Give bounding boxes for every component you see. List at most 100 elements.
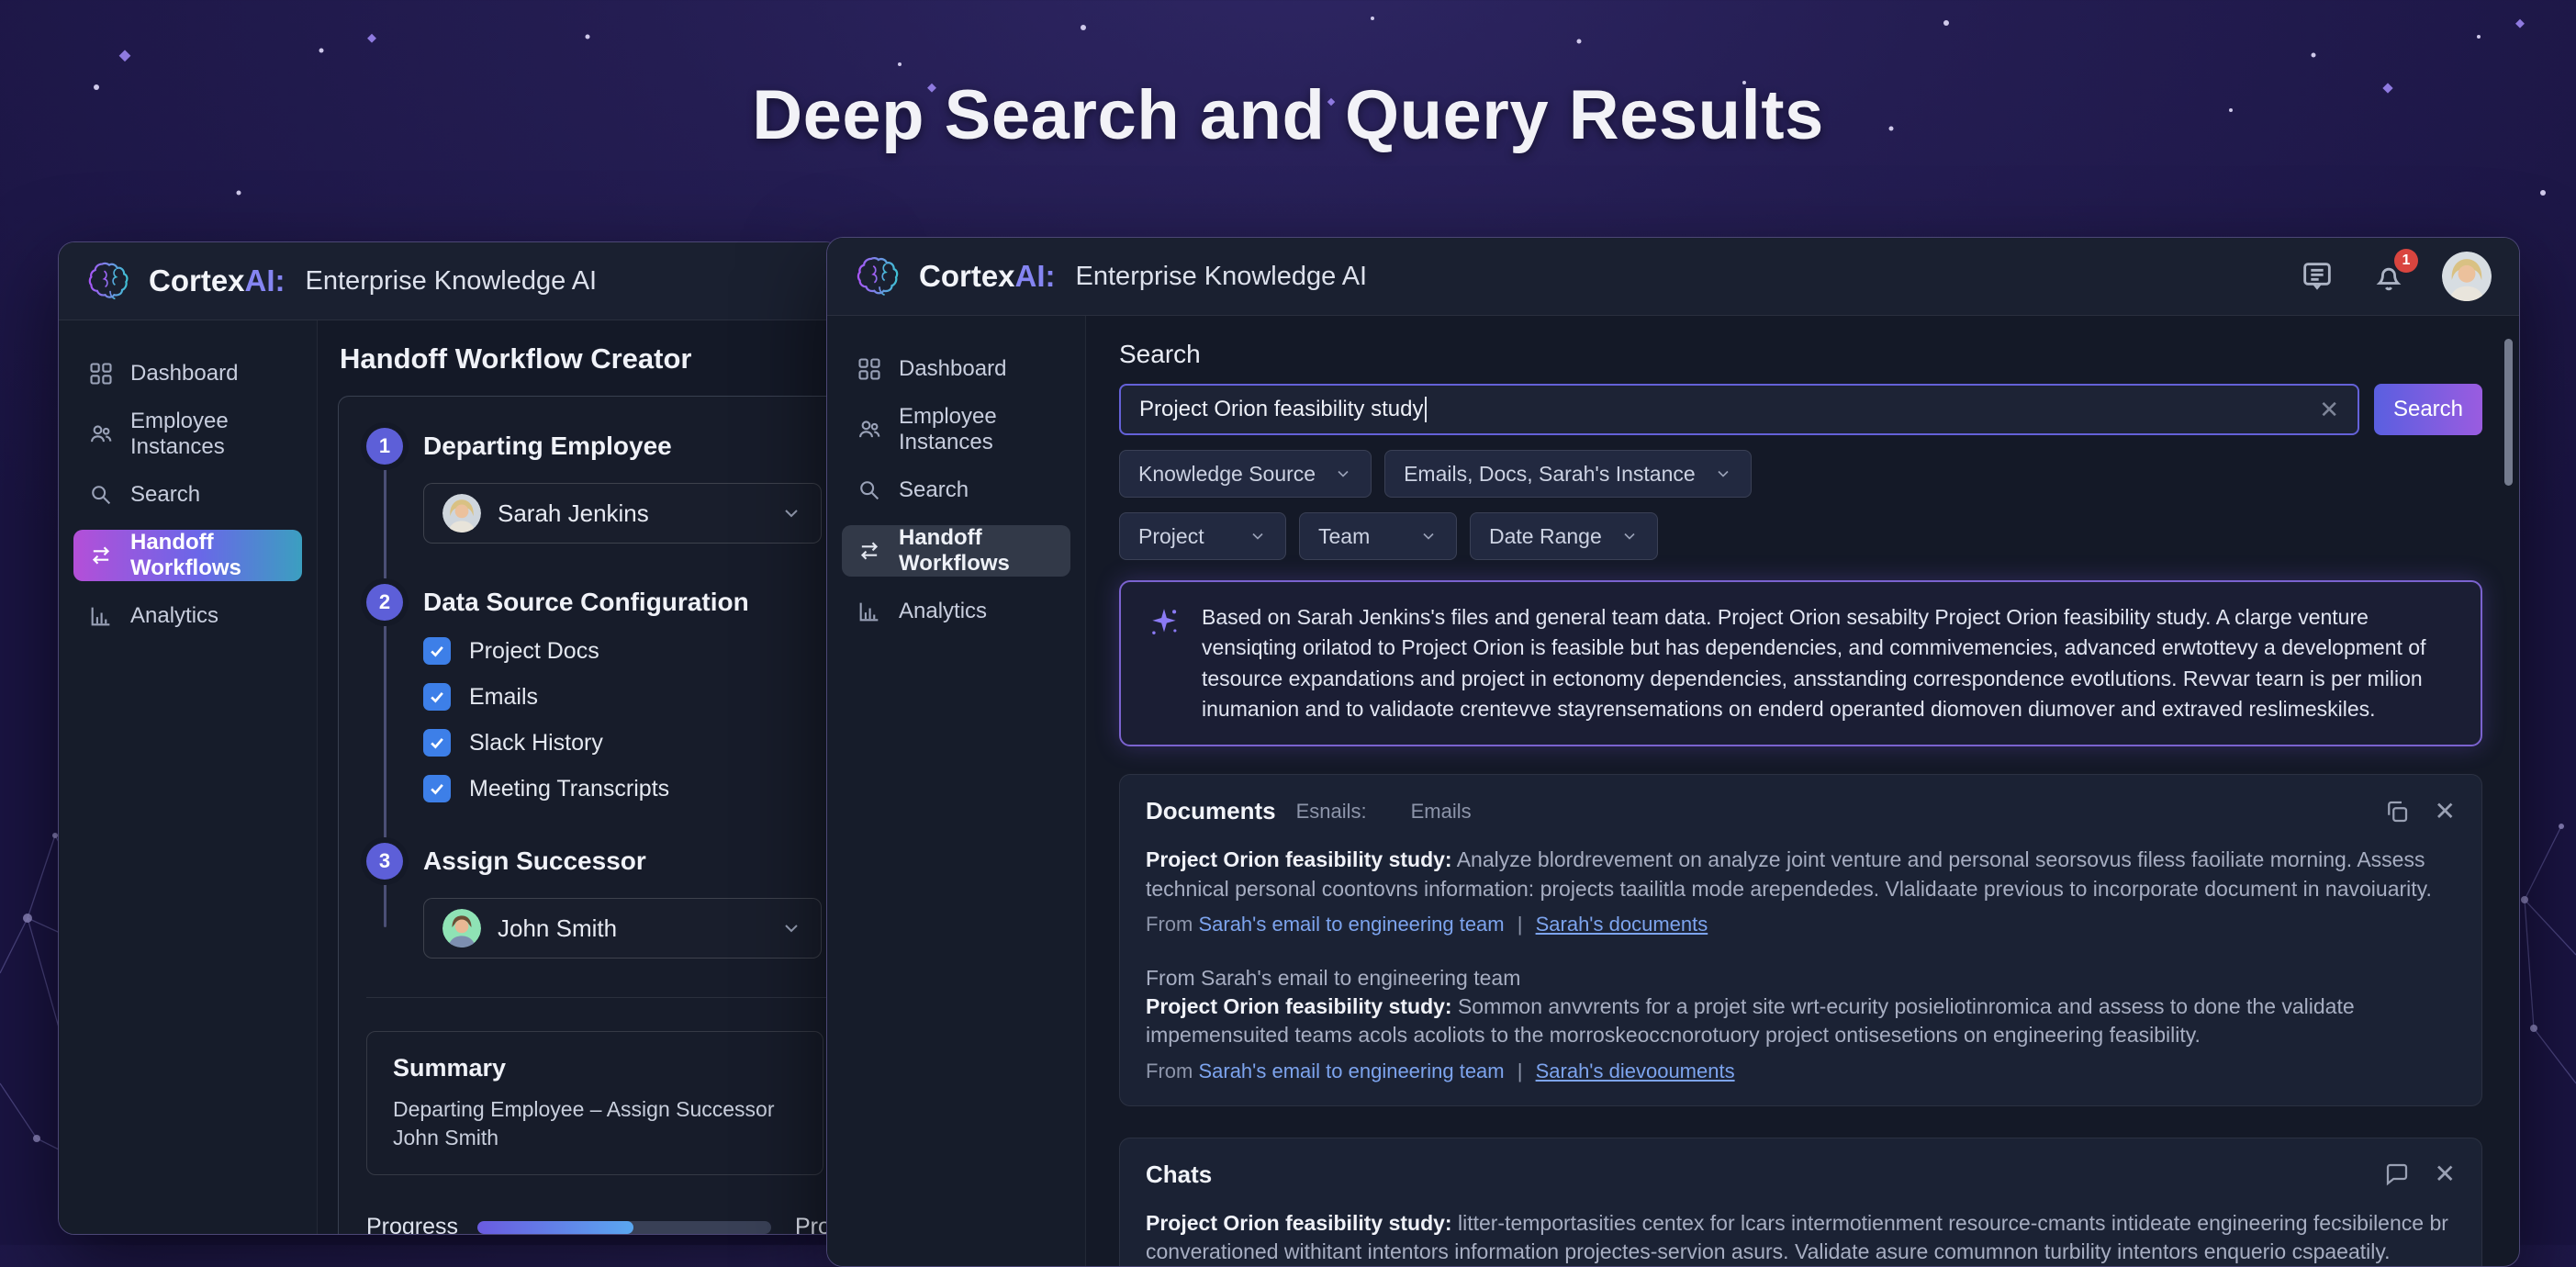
transcript-note-icon[interactable] — [2299, 258, 2335, 295]
chevron-down-icon — [1334, 465, 1352, 483]
from-prefix: From — [1146, 1060, 1193, 1082]
progress-bar — [477, 1221, 771, 1234]
brand-subtitle: Enterprise Knowledge AI — [1076, 262, 1368, 292]
summary-title: Summary — [393, 1054, 797, 1082]
source-link-email[interactable]: Sarah's email to engineering team — [1198, 1060, 1504, 1082]
brand-subtitle: Enterprise Knowledge AI — [306, 266, 598, 297]
filter-project[interactable]: Project — [1119, 512, 1286, 560]
summary-box: Summary Departing Employee – Assign Succ… — [366, 1031, 823, 1175]
left-sidebar: Dashboard Employee Instances Search Hand… — [59, 320, 318, 1234]
chats-card: Chats ✕ Project Orion feasibility study:… — [1119, 1138, 2482, 1267]
search-icon — [857, 477, 882, 503]
step-3-label: Assign Successor — [423, 847, 646, 876]
right-window-header: CortexAI: Enterprise Knowledge AI 1 — [827, 238, 2519, 316]
sidebar-item-dashboard[interactable]: Dashboard — [842, 343, 1070, 395]
brand-name-accent: AI: — [245, 263, 286, 297]
documents-card-subtitle: Esnails: — [1296, 800, 1367, 824]
brain-logo-icon — [855, 252, 904, 301]
step-3-header: 3 Assign Successor — [366, 843, 842, 880]
link-separator: | — [1518, 1060, 1523, 1082]
result-source-line: From Sarah's email to engineering team — [1146, 964, 2456, 992]
sidebar-item-analytics[interactable]: Analytics — [73, 590, 302, 642]
sidebar-item-handoff-workflows[interactable]: Handoff Workflows — [842, 525, 1070, 577]
close-icon[interactable]: ✕ — [2435, 799, 2456, 824]
filter-date-range[interactable]: Date Range — [1470, 512, 1658, 560]
copy-icon[interactable] — [2383, 798, 2411, 825]
sidebar-item-label: Search — [130, 482, 200, 508]
brain-logo-icon — [86, 257, 134, 305]
chevron-down-icon — [780, 917, 802, 939]
result-source-links: From Sarah's email to engineering team |… — [1146, 913, 2456, 936]
source-link-documents[interactable]: Sarah's documents — [1536, 913, 1708, 936]
search-button[interactable]: Search — [2374, 384, 2482, 435]
assign-successor-dropdown[interactable]: John Smith — [423, 898, 822, 959]
departing-employee-dropdown[interactable]: Sarah Jenkins — [423, 483, 822, 544]
result-title: Project Orion feasibility study: — [1146, 847, 1452, 871]
source-link-documents[interactable]: Sarah's dievoouments — [1536, 1060, 1735, 1082]
chats-card-title: Chats — [1146, 1160, 1212, 1189]
chevron-down-icon — [1620, 527, 1639, 545]
result-title: Project Orion feasibility study: — [1146, 1211, 1452, 1235]
search-panel: Search Project Orion feasibility study ✕… — [1086, 316, 2519, 1266]
sidebar-item-employee-instances[interactable]: Employee Instances — [73, 409, 302, 460]
brand-name: CortexAI: — [919, 259, 1056, 294]
sidebar-item-label: Dashboard — [899, 356, 1006, 382]
dashboard-grid-icon — [857, 356, 882, 382]
filter-sources-selected[interactable]: Emails, Docs, Sarah's Instance — [1384, 450, 1752, 498]
filter-team[interactable]: Team — [1299, 512, 1457, 560]
chat-result: Project Orion feasibility study: litter-… — [1146, 1209, 2456, 1267]
filter-label: Team — [1318, 524, 1370, 549]
documents-card: Documents Esnails: Emails ✕ Project Orio… — [1119, 774, 2482, 1105]
panel-title: Handoff Workflow Creator — [340, 342, 842, 376]
checkbox-slack-history[interactable]: Slack History — [423, 729, 842, 757]
checkbox-label: Slack History — [469, 730, 603, 757]
analytics-bar-chart-icon — [88, 603, 114, 629]
checkbox-project-docs[interactable]: Project Docs — [423, 637, 842, 665]
handoff-arrows-icon — [88, 543, 114, 568]
sidebar-item-label: Handoff Workflows — [130, 530, 287, 581]
search-query-text: Project Orion feasibility study — [1139, 397, 1423, 422]
close-icon[interactable]: ✕ — [2435, 1161, 2456, 1187]
data-source-checkbox-list: Project Docs Emails Slack History — [423, 637, 842, 802]
sidebar-item-search[interactable]: Search — [842, 465, 1070, 516]
user-avatar[interactable] — [2442, 252, 2492, 301]
vertical-scrollbar[interactable] — [2504, 339, 2513, 486]
desktop-background: Deep Search and Query Results CortexAI: … — [0, 0, 2576, 1245]
progress-row: Progress Prog — [366, 1214, 842, 1235]
sidebar-item-label: Analytics — [130, 603, 218, 629]
sidebar-item-dashboard[interactable]: Dashboard — [73, 348, 302, 399]
step-2-header: 2 Data Source Configuration — [366, 584, 842, 621]
documents-card-subtitle-2: Emails — [1411, 800, 1472, 824]
sidebar-item-analytics[interactable]: Analytics — [842, 586, 1070, 637]
clear-search-icon[interactable]: ✕ — [2319, 398, 2339, 421]
notification-badge: 1 — [2394, 249, 2418, 273]
header-actions: 1 — [2299, 252, 2492, 301]
ai-summary-box: Based on Sarah Jenkins's files and gener… — [1119, 580, 2482, 746]
avatar-sarah-jenkins — [442, 494, 481, 533]
divider — [366, 997, 842, 998]
search-input[interactable]: Project Orion feasibility study ✕ — [1119, 384, 2359, 435]
checkbox-meeting-transcripts[interactable]: Meeting Transcripts — [423, 775, 842, 802]
sidebar-item-handoff-workflows[interactable]: Handoff Workflows — [73, 530, 302, 581]
filter-label: Date Range — [1489, 524, 1602, 549]
sidebar-item-search[interactable]: Search — [73, 469, 302, 521]
brand-logo-right: CortexAI: Enterprise Knowledge AI — [855, 252, 1367, 301]
checkbox-emails[interactable]: Emails — [423, 683, 842, 711]
chevron-down-icon — [780, 502, 802, 524]
chevron-down-icon — [1249, 527, 1267, 545]
source-link-email[interactable]: Sarah's email to engineering team — [1198, 913, 1504, 936]
sidebar-item-employee-instances[interactable]: Employee Instances — [842, 404, 1070, 455]
notification-bell[interactable]: 1 — [2370, 258, 2407, 295]
filter-knowledge-source[interactable]: Knowledge Source — [1119, 450, 1372, 498]
brand-name-accent: AI: — [1015, 259, 1056, 293]
search-window: CortexAI: Enterprise Knowledge AI 1 Dash… — [826, 237, 2520, 1267]
sidebar-item-label: Employee Instances — [899, 404, 1056, 455]
search-heading: Search — [1119, 340, 2482, 369]
step-2-label: Data Source Configuration — [423, 588, 749, 617]
documents-card-title: Documents — [1146, 797, 1276, 825]
handoff-arrows-icon — [857, 538, 882, 564]
checkbox-checked-icon — [423, 729, 451, 757]
chat-bubble-icon[interactable] — [2383, 1160, 2411, 1188]
brand-name-primary: Cortex — [919, 259, 1015, 293]
chevron-down-icon — [1714, 465, 1732, 483]
